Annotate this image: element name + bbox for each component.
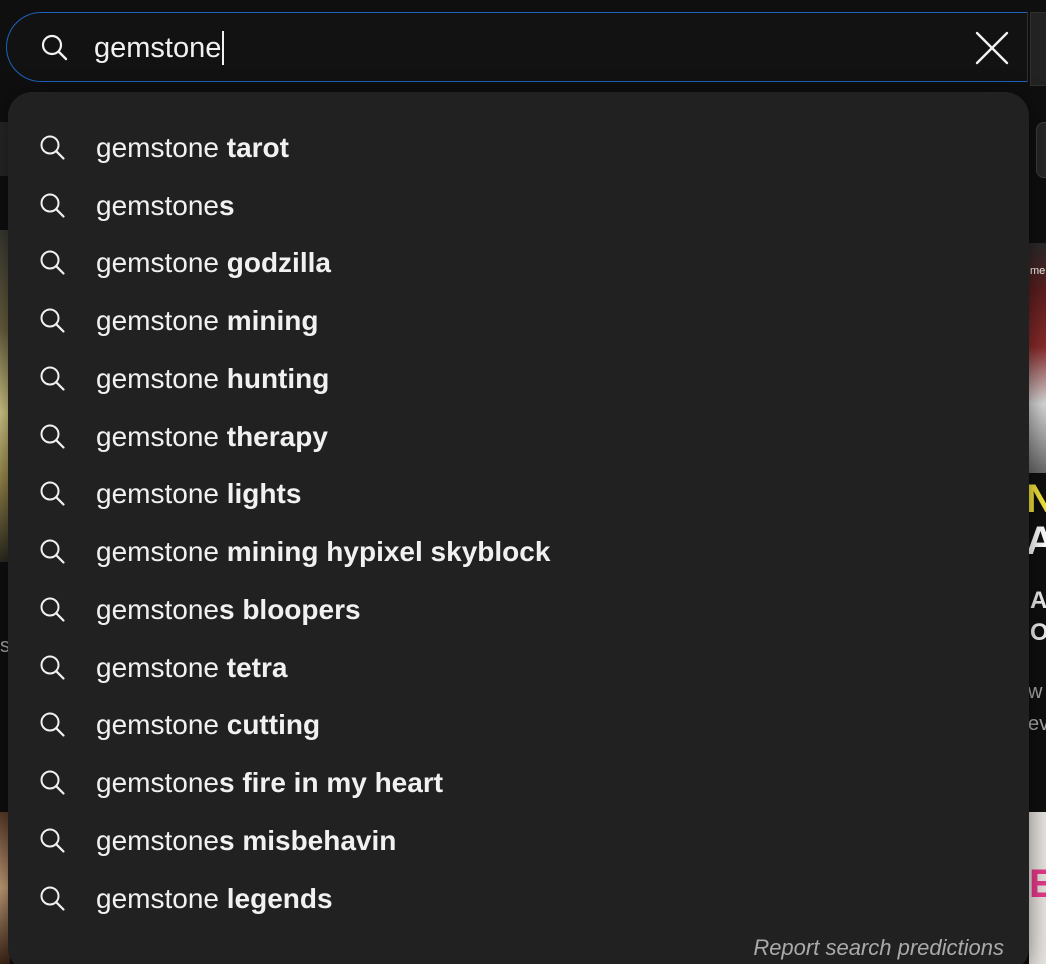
- suggestion-query-part: gemstone: [96, 882, 227, 914]
- suggestion-text: gemstones: [96, 189, 235, 223]
- search-icon: [40, 250, 65, 275]
- search-icon: [40, 424, 65, 449]
- suggestion-item[interactable]: gemstone mining: [8, 292, 1029, 350]
- background-thumbnail-caption: me: [1030, 265, 1046, 277]
- suggestion-text: gemstone godzilla: [96, 246, 331, 280]
- suggestion-completion-part: mining hypixel skyblock: [226, 536, 551, 568]
- suggestion-completion-part: cutting: [226, 709, 321, 741]
- suggestion-completion-part: s fire in my heart: [218, 767, 444, 799]
- suggestion-text: gemstone tarot: [96, 131, 289, 165]
- background-thumbnail-headline-2: A: [1026, 519, 1046, 563]
- search-icon: [40, 770, 65, 795]
- suggestion-query-part: gemstone: [96, 651, 227, 683]
- search-icon: [40, 539, 65, 564]
- suggestion-item[interactable]: gemstone cutting: [8, 697, 1029, 755]
- background-video-title[interactable]: A Of: [1030, 585, 1046, 649]
- suggestion-item[interactable]: gemstone mining hypixel skyblock: [8, 523, 1029, 581]
- suggestion-item[interactable]: gemstones misbehavin: [8, 812, 1029, 870]
- search-icon: [40, 828, 65, 853]
- suggestion-completion-part: therapy: [226, 420, 328, 452]
- suggestion-query-part: gemstone: [96, 131, 227, 163]
- suggestion-completion-part: godzilla: [226, 247, 331, 279]
- suggestion-text: gemstone mining: [96, 304, 319, 338]
- suggestion-item[interactable]: gemstone tetra: [8, 639, 1029, 697]
- suggestion-text: gemstone mining hypixel skyblock: [96, 535, 550, 569]
- suggestion-text: gemstone legends: [96, 882, 333, 916]
- search-icon: [40, 193, 65, 218]
- suggestion-query-part: gemstone: [96, 362, 227, 394]
- suggestion-completion-part: legends: [226, 882, 333, 914]
- suggestion-query-part: gemstone: [96, 478, 227, 510]
- suggestion-item[interactable]: gemstone tarot: [8, 119, 1029, 177]
- background-thumbnail-headline-1: N: [1026, 477, 1046, 521]
- suggestion-item[interactable]: gemstones: [8, 177, 1029, 235]
- suggestion-completion-part: s: [218, 189, 235, 221]
- search-box: gemstone: [6, 12, 1028, 82]
- search-query-text: gemstone: [94, 32, 222, 64]
- suggestion-completion-part: hunting: [226, 362, 330, 394]
- suggestion-text: gemstone tetra: [96, 651, 287, 685]
- suggestion-query-part: gemstone: [96, 709, 227, 741]
- search-icon: [41, 34, 68, 61]
- search-suggestions-dropdown: gemstone tarot gemstones gemstone godzilla…: [8, 92, 1029, 964]
- suggestion-query-part: gemstone: [96, 189, 219, 221]
- background-video-thumbnail-right[interactable]: [1029, 243, 1046, 473]
- suggestion-query-part: gemstone: [96, 536, 227, 568]
- suggestion-item[interactable]: gemstone godzilla: [8, 235, 1029, 293]
- page: s me N A A Of w ev E gemstone gemstone t…: [0, 0, 1046, 964]
- background-filter-chip-right[interactable]: [1036, 122, 1046, 178]
- text-caret: [222, 31, 225, 65]
- suggestion-query-part: gemstone: [96, 767, 219, 799]
- suggestion-item[interactable]: gemstone lights: [8, 466, 1029, 524]
- suggestion-completion-part: lights: [226, 478, 302, 510]
- background-thumbnail-headline-3: E: [1029, 862, 1046, 906]
- search-icon: [40, 886, 65, 911]
- search-input[interactable]: gemstone: [94, 31, 225, 65]
- search-icon: [40, 597, 65, 622]
- suggestion-query-part: gemstone: [96, 593, 219, 625]
- search-icon: [40, 712, 65, 737]
- background-video-meta: w ev: [1028, 681, 1046, 735]
- suggestion-text: gemstone therapy: [96, 420, 328, 454]
- suggestion-completion-part: s bloopers: [218, 593, 361, 625]
- suggestion-item[interactable]: gemstones fire in my heart: [8, 754, 1029, 812]
- close-icon: [975, 31, 1009, 65]
- suggestion-query-part: gemstone: [96, 420, 227, 452]
- search-icon: [40, 135, 65, 160]
- suggestion-query-part: gemstone: [96, 824, 219, 856]
- suggestion-text: gemstones bloopers: [96, 593, 361, 627]
- suggestion-item[interactable]: gemstone hunting: [8, 350, 1029, 408]
- report-search-predictions-link[interactable]: Report search predictions: [753, 935, 1004, 961]
- suggestion-query-part: gemstone: [96, 247, 227, 279]
- suggestion-item[interactable]: gemstone therapy: [8, 408, 1029, 466]
- search-icon: [40, 366, 65, 391]
- suggestion-item[interactable]: gemstones bloopers: [8, 581, 1029, 639]
- clear-search-button[interactable]: [967, 23, 1017, 73]
- suggestion-list: gemstone tarot gemstones gemstone godzilla…: [8, 119, 1029, 928]
- suggestion-text: gemstones misbehavin: [96, 824, 396, 858]
- search-icon: [40, 308, 65, 333]
- suggestion-completion-part: tarot: [226, 131, 289, 163]
- search-icon: [40, 481, 65, 506]
- search-icon: [40, 655, 65, 680]
- suggestion-completion-part: s misbehavin: [218, 824, 397, 856]
- suggestion-completion-part: mining: [226, 305, 319, 337]
- suggestion-text: gemstones fire in my heart: [96, 766, 443, 800]
- suggestion-text: gemstone cutting: [96, 708, 320, 742]
- suggestion-text: gemstone lights: [96, 477, 301, 511]
- suggestion-query-part: gemstone: [96, 305, 227, 337]
- background-search-button[interactable]: [1030, 12, 1046, 86]
- suggestion-completion-part: tetra: [226, 651, 288, 683]
- suggestion-text: gemstone hunting: [96, 362, 329, 396]
- suggestion-item[interactable]: gemstone legends: [8, 870, 1029, 928]
